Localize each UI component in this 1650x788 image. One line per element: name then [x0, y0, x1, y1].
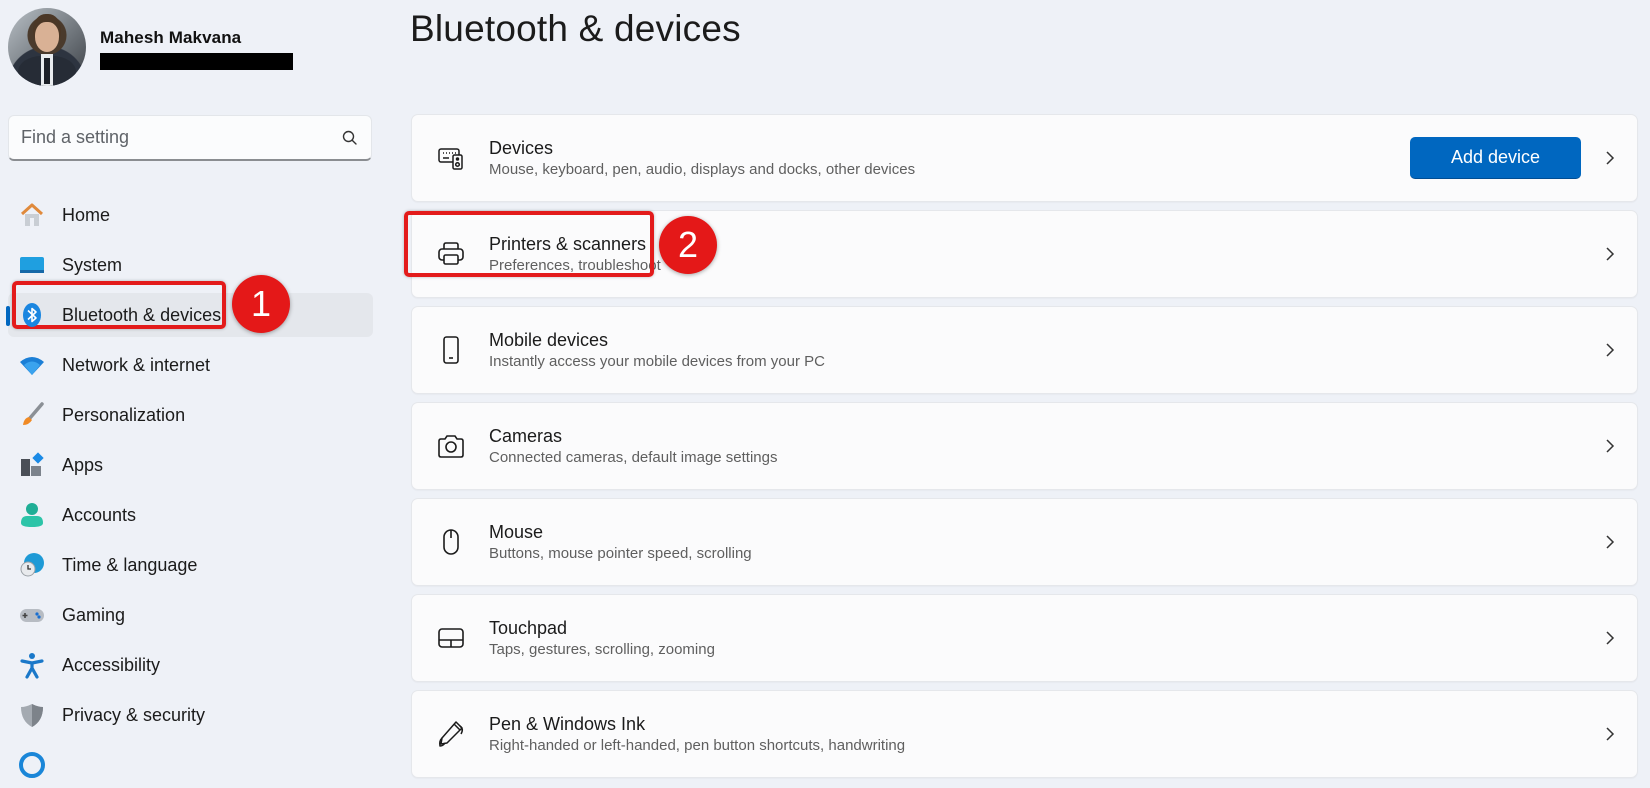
card-subtitle: Buttons, mouse pointer speed, scrolling [489, 544, 752, 562]
card-subtitle: Connected cameras, default image setting… [489, 448, 778, 466]
card-subtitle: Right-handed or left-handed, pen button … [489, 736, 906, 754]
card-title: Touchpad [489, 617, 568, 638]
card-title: Pen & Windows Ink [489, 713, 646, 734]
sidebar-item-label: Gaming [62, 604, 126, 625]
sidebar-item-network-internet[interactable]: Network & internet [0, 340, 380, 390]
sidebar-item-privacy-security[interactable]: Privacy & security [0, 690, 380, 740]
sidebar-item-time-language[interactable]: Time & language [0, 540, 380, 590]
card-devices[interactable]: Devices Mouse, keyboard, pen, audio, dis… [411, 114, 1638, 202]
card-mouse[interactable]: Mouse Buttons, mouse pointer speed, scro… [411, 498, 1638, 586]
sidebar-item-label: Time & language [62, 554, 198, 575]
card-subtitle: Mouse, keyboard, pen, audio, displays an… [489, 160, 916, 178]
bluetooth-icon [18, 301, 46, 329]
sidebar-item-label: Privacy & security [62, 704, 206, 725]
sidebar-item-label: Personalization [62, 404, 186, 425]
search-placeholder: Find a setting [21, 127, 130, 147]
card-cameras[interactable]: Cameras Connected cameras, default image… [411, 402, 1638, 490]
sidebar-item-label: System [62, 254, 123, 275]
card-title: Printers & scanners [489, 233, 647, 254]
home-icon [18, 201, 46, 229]
card-touchpad[interactable]: Touchpad Taps, gestures, scrolling, zoom… [411, 594, 1638, 682]
pen-icon [436, 719, 466, 749]
chevron-right-icon[interactable] [1603, 533, 1617, 551]
shield-icon [18, 701, 46, 729]
accessibility-icon [18, 651, 46, 679]
sidebar-item-label: Network & internet [62, 354, 211, 375]
card-title: Mouse [489, 521, 544, 542]
sidebar-item-accessibility[interactable]: Accessibility [0, 640, 380, 690]
chevron-right-icon[interactable] [1603, 341, 1617, 359]
page-title: Bluetooth & devices [410, 8, 741, 49]
profile-email-redacted [100, 53, 293, 70]
card-pen-windows-ink[interactable]: Pen & Windows Ink Right-handed or left-h… [411, 690, 1638, 778]
chevron-right-icon[interactable] [1603, 629, 1617, 647]
system-icon [18, 251, 46, 279]
sidebar-nav: Home System Bluetooth & devices Network … [0, 190, 380, 788]
wifi-icon [18, 351, 46, 379]
annotation-step-badge-2: 2 [659, 216, 717, 274]
touchpad-icon [436, 623, 466, 653]
sidebar-item-windows-update-partial[interactable] [0, 740, 380, 788]
chevron-right-icon[interactable] [1603, 245, 1617, 263]
gamepad-icon [18, 601, 46, 629]
annotation-step-badge-1: 1 [232, 275, 290, 333]
card-subtitle: Taps, gestures, scrolling, zooming [489, 640, 715, 658]
sidebar-item-label: Bluetooth & devices [62, 304, 222, 325]
profile-name: Mahesh Makvana [100, 28, 242, 47]
sidebar-item-label: Accounts [62, 504, 137, 525]
search-input[interactable]: Find a setting [8, 115, 372, 161]
sidebar-item-label: Apps [62, 454, 104, 475]
add-device-button[interactable]: Add device [1410, 137, 1581, 179]
sidebar-item-label: Home [62, 204, 111, 225]
card-subtitle: Preferences, troubleshoot [489, 256, 661, 274]
sidebar-item-label: Accessibility [62, 654, 161, 675]
user-profile[interactable]: Mahesh Makvana [8, 8, 293, 86]
sidebar-item-gaming[interactable]: Gaming [0, 590, 380, 640]
card-title: Devices [489, 137, 554, 158]
apps-icon [18, 451, 46, 479]
annotation-highlight-box-2 [404, 211, 654, 277]
card-mobile-devices[interactable]: Mobile devices Instantly access your mob… [411, 306, 1638, 394]
chevron-right-icon[interactable] [1603, 149, 1617, 167]
sidebar-item-accounts[interactable]: Accounts [0, 490, 380, 540]
chevron-right-icon[interactable] [1603, 725, 1617, 743]
avatar [8, 8, 86, 86]
devices-icon [436, 143, 466, 173]
search-icon[interactable] [341, 129, 359, 147]
update-icon [18, 751, 46, 779]
sidebar-item-home[interactable]: Home [0, 190, 380, 240]
phone-icon [436, 335, 466, 365]
chevron-right-icon[interactable] [1603, 437, 1617, 455]
sidebar-item-apps[interactable]: Apps [0, 440, 380, 490]
card-subtitle: Instantly access your mobile devices fro… [489, 352, 825, 370]
clock-globe-icon [18, 551, 46, 579]
sidebar-item-personalization[interactable]: Personalization [0, 390, 380, 440]
camera-icon [436, 431, 466, 461]
person-icon [18, 501, 46, 529]
card-title: Cameras [489, 425, 563, 446]
sidebar: Mahesh Makvana Find a setting Home Syste… [0, 0, 380, 788]
card-title: Mobile devices [489, 329, 609, 350]
paintbrush-icon [18, 401, 46, 429]
mouse-icon [436, 527, 466, 557]
